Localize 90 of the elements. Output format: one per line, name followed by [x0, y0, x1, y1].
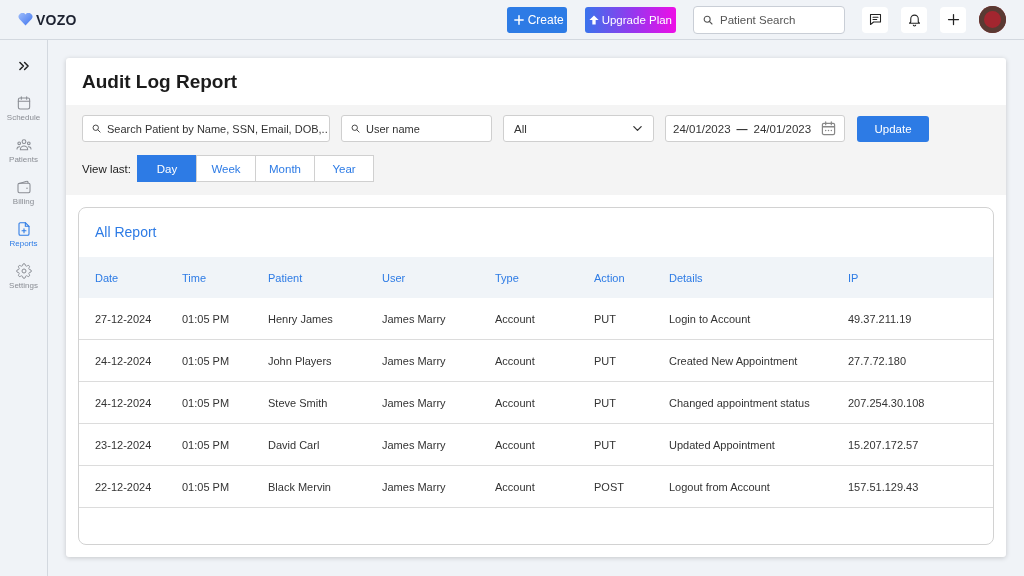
table-cell-text: PUT — [594, 438, 617, 451]
table-title: All Report — [94, 223, 158, 242]
search-icon — [703, 14, 713, 25]
table-cell-text: 01:05 PM — [182, 354, 231, 367]
view-last-label: View last: — [82, 162, 131, 175]
column-header: Type — [495, 271, 520, 284]
patient-search-field[interactable]: Patient Search — [693, 5, 845, 34]
column-header: IP — [848, 271, 860, 284]
table-cell-text: 15.207.172.57 — [848, 438, 920, 451]
wallet-icon — [15, 179, 32, 195]
document-plus-icon — [15, 221, 32, 237]
table-cell-text: 27-12-2024 — [95, 312, 153, 325]
upgrade-plan-button[interactable]: Upgrade Plan — [584, 6, 676, 33]
bell-icon — [906, 12, 922, 27]
gear-icon — [15, 263, 32, 279]
heart-logo-icon — [18, 13, 33, 26]
table-cell-text: 27.7.72.180 — [848, 354, 908, 367]
table-cell-text: 157.51.129.43 — [848, 480, 920, 493]
table-cell-text: 01:05 PM — [182, 438, 231, 451]
chevron-down-icon — [632, 123, 643, 134]
sidebar-item[interactable]: Schedule — [1, 89, 46, 131]
sidebar-item[interactable]: Billing — [1, 173, 46, 215]
period-tab[interactable]: Month — [255, 155, 315, 182]
sidebar-item[interactable]: Settings — [1, 257, 46, 299]
column-header: User — [382, 271, 407, 284]
table-cell-text: 24-12-2024 — [95, 396, 153, 409]
table-cell-text: Account — [495, 396, 536, 409]
table-cell-text: 22-12-2024 — [95, 480, 153, 493]
period-tab[interactable]: Year — [314, 155, 374, 182]
plus-icon — [513, 14, 524, 25]
table-cell-text: Created New Appointment — [669, 354, 799, 367]
type-dropdown[interactable]: All — [503, 115, 654, 142]
search-icon — [351, 124, 360, 133]
table-cell-text: PUT — [594, 396, 617, 409]
plus-icon — [945, 12, 961, 27]
period-tab[interactable]: Week — [196, 155, 256, 182]
calendar-icon — [15, 95, 32, 111]
add-button[interactable] — [940, 6, 966, 33]
table-cell-text: 01:05 PM — [182, 396, 231, 409]
table-cell-text: David Carl — [268, 438, 321, 451]
table-cell-text: Henry James — [268, 312, 334, 325]
up-arrow-icon — [588, 14, 599, 25]
create-button[interactable]: Create — [506, 6, 567, 33]
people-icon — [15, 137, 32, 153]
table-cell-text: James Marry — [382, 312, 447, 325]
table-cell-text: James Marry — [382, 480, 447, 493]
table-cell-text: Account — [495, 480, 536, 493]
update-button[interactable]: Update — [857, 115, 929, 142]
table-cell-text: Account — [495, 354, 536, 367]
table-cell-text: PUT — [594, 312, 617, 325]
table-cell-text: Changed appointment status — [669, 396, 811, 409]
column-header: Details — [669, 271, 704, 284]
column-header: Date — [95, 271, 120, 284]
notifications-button[interactable] — [901, 6, 927, 33]
table-cell-text: 23-12-2024 — [95, 438, 153, 451]
table-cell-text: Account — [495, 312, 536, 325]
table-cell-text: 207.254.30.108 — [848, 396, 926, 409]
period-tab[interactable]: Day — [137, 155, 197, 182]
calendar-icon — [821, 121, 836, 136]
table-cell-text: James Marry — [382, 354, 447, 367]
table-cell-text: Updated Appointment — [669, 438, 776, 451]
chat-button[interactable] — [862, 6, 888, 33]
table-cell-text: PUT — [594, 354, 617, 367]
table-cell-text: James Marry — [382, 396, 447, 409]
sidebar-item[interactable]: Patients — [1, 131, 46, 173]
date-range-field[interactable]: 24/01/2023 — 24/01/2023 — [665, 115, 845, 142]
table-cell-text: Steve Smith — [268, 396, 329, 409]
table-cell-text: 24-12-2024 — [95, 354, 153, 367]
table-cell-text: POST — [594, 480, 625, 493]
chat-icon — [867, 12, 883, 27]
table-cell-text: Login to Account — [669, 312, 752, 325]
user-avatar[interactable] — [979, 6, 1006, 33]
column-header: Action — [594, 271, 626, 284]
double-chevron-icon — [16, 59, 31, 73]
table-cell-text: 49.37.211.19 — [848, 312, 913, 325]
table-cell-text: Black Mervin — [268, 480, 332, 493]
page-title: Audit Log Report — [81, 70, 239, 94]
search-icon — [92, 124, 101, 133]
patient-search-field[interactable]: Search Patient by Name, SSN, Email, DOB,.. — [82, 115, 330, 142]
table-cell-text: John Players — [268, 354, 333, 367]
table-cell-text: 01:05 PM — [182, 480, 231, 493]
table-cell-text: Logout from Account — [669, 480, 771, 493]
table-cell-text: Account — [495, 438, 536, 451]
table-cell-text: 01:05 PM — [182, 312, 231, 325]
column-header: Time — [182, 271, 208, 284]
logo-text: VOZO — [36, 11, 77, 28]
table-cell-text: James Marry — [382, 438, 447, 451]
column-header: Patient — [268, 271, 304, 284]
user-name-field[interactable]: User name — [341, 115, 492, 142]
sidebar-item[interactable]: Reports — [1, 215, 46, 257]
